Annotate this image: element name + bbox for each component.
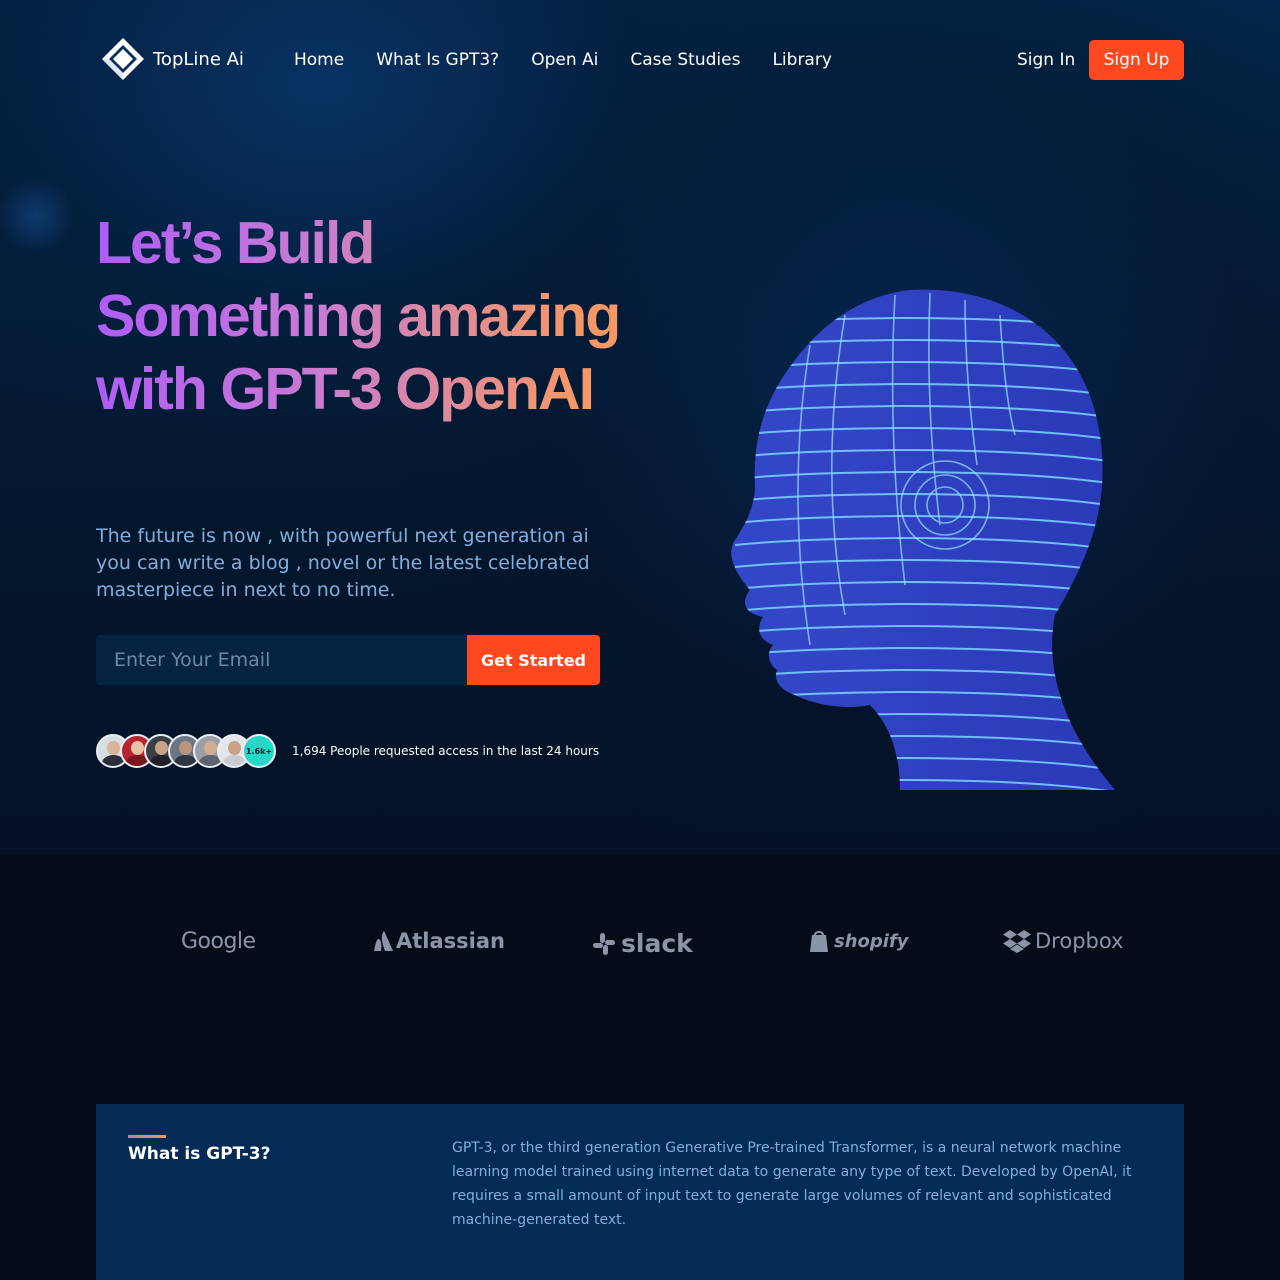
nav-open-ai[interactable]: Open Ai (531, 50, 598, 70)
brand-name: TopLine Ai (153, 48, 244, 70)
what-is-gpt3-body: GPT-3, or the third generation Generativ… (452, 1140, 1132, 1228)
access-count-text: 1,694 People requested access in the las… (292, 744, 600, 758)
slack-icon (593, 932, 615, 955)
avatar-group: 1.6k+ (96, 734, 280, 768)
hero-glow (0, 175, 72, 257)
sign-up-button[interactable]: Sign Up (1089, 40, 1184, 80)
avatar-count-badge: 1.6k+ (242, 734, 276, 768)
nav-case-studies[interactable]: Case Studies (630, 50, 740, 70)
google-logo: Google (181, 929, 256, 954)
atlassian-logo: Atlassian (372, 929, 505, 953)
atlassian-icon (374, 931, 393, 951)
what-is-gpt3-title: What is GPT-3? (128, 1144, 271, 1164)
wireframe-head-illustration (731, 289, 1116, 790)
shopify-bag-icon (810, 931, 828, 952)
main-nav: Home What Is GPT3? Open Ai Case Studies … (294, 50, 864, 70)
shopify-logo: shopify (808, 929, 909, 953)
nav-home[interactable]: Home (294, 50, 344, 70)
email-input[interactable] (96, 635, 468, 685)
hero-headline: Let’s Build Something amazing with GPT-3… (96, 207, 656, 426)
dropbox-logo: Dropbox (1003, 929, 1123, 953)
nav-what-is-gpt3[interactable]: What Is GPT3? (376, 50, 499, 70)
dropbox-icon (1003, 930, 1031, 953)
title-accent-bar (128, 1135, 166, 1138)
diamond-logo-icon (100, 36, 146, 82)
sign-in-link[interactable]: Sign In (1017, 50, 1075, 70)
hero-subtext: The future is now , with powerful next g… (96, 525, 590, 601)
slack-logo: slack (591, 929, 693, 958)
nav-library[interactable]: Library (772, 50, 831, 70)
get-started-button[interactable]: Get Started (467, 635, 600, 685)
brand-logo[interactable]: TopLine Ai (100, 36, 244, 82)
